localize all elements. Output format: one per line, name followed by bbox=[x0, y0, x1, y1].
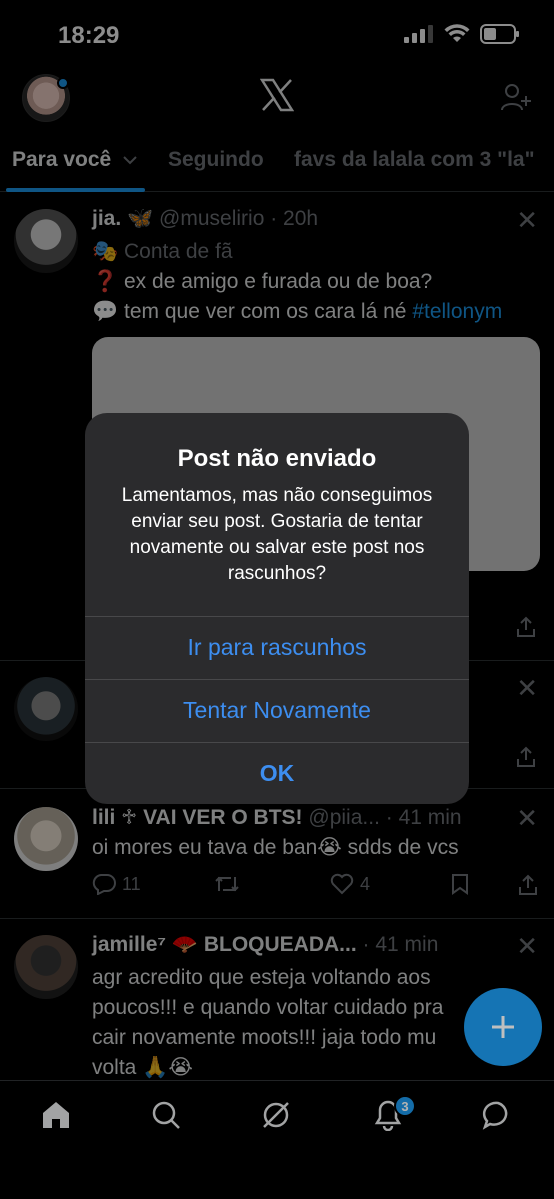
home-icon[interactable] bbox=[40, 1099, 72, 1131]
ok-button[interactable]: OK bbox=[85, 742, 469, 804]
retry-button[interactable]: Tentar Novamente bbox=[85, 679, 469, 741]
alert-dialog: Post não enviado Lamentamos, mas não con… bbox=[85, 413, 469, 804]
bottom-nav: 3 bbox=[0, 1080, 554, 1199]
messages-icon[interactable] bbox=[482, 1099, 514, 1131]
plus-icon bbox=[492, 1016, 514, 1038]
go-to-drafts-button[interactable]: Ir para rascunhos bbox=[85, 616, 469, 678]
dialog-message: Lamentamos, mas não conseguimos enviar s… bbox=[121, 485, 433, 584]
grok-icon[interactable] bbox=[260, 1099, 292, 1131]
notifications-badge: 3 bbox=[394, 1095, 416, 1117]
search-icon[interactable] bbox=[150, 1099, 182, 1131]
dialog-title: Post não enviado bbox=[177, 445, 377, 472]
compose-button[interactable] bbox=[464, 988, 542, 1066]
